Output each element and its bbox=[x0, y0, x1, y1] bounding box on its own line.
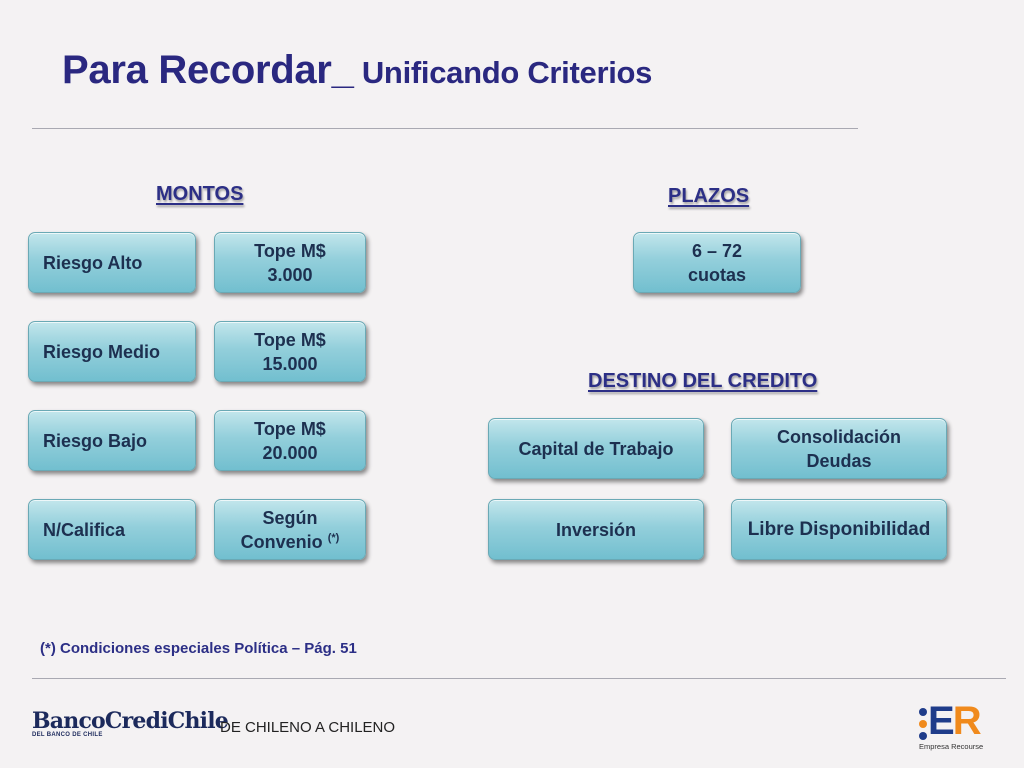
destination-label: Capital de Trabajo bbox=[518, 438, 674, 459]
limit-line2: Convenio bbox=[240, 531, 323, 552]
term-line1: 6 – 72 bbox=[691, 240, 743, 261]
footnote-marker: (*) bbox=[327, 531, 340, 544]
dot bbox=[919, 708, 927, 716]
destino-heading: DESTINO DEL CREDITO bbox=[588, 370, 818, 392]
limit-line1: Tope M$ bbox=[254, 329, 326, 350]
title-sub: Unificando Criterios bbox=[353, 55, 653, 90]
term-box: 6 – 72 cuotas bbox=[633, 232, 801, 293]
title-main: Para Recordar_ bbox=[62, 48, 354, 92]
bottom-divider bbox=[32, 678, 1006, 679]
limit-low-box: Tope M$ 20.000 bbox=[214, 410, 366, 471]
dot bbox=[919, 720, 927, 728]
risk-label: Riesgo Medio bbox=[43, 341, 161, 362]
er-letters: ER bbox=[928, 699, 982, 743]
dot bbox=[919, 732, 927, 740]
destination-label: Libre Disponibilidad bbox=[747, 518, 931, 540]
bank-name: BancoCrediChile bbox=[32, 708, 229, 734]
limit-line2: 20.000 bbox=[262, 442, 318, 463]
er-caption: Empresa Recourse bbox=[919, 742, 984, 751]
footnote: (*) Condiciones especiales Política – Pá… bbox=[40, 640, 357, 657]
destination-working-capital-box: Capital de Trabajo bbox=[488, 418, 704, 479]
limit-line1: Tope M$ bbox=[254, 240, 326, 261]
er-logo: ER Empresa Recourse bbox=[917, 699, 992, 752]
limit-line1: Según bbox=[262, 507, 318, 528]
no-rating-box: N/Califica bbox=[28, 499, 196, 560]
agreement-box: Según Convenio (*) bbox=[214, 499, 366, 560]
limit-line2: 15.000 bbox=[262, 353, 318, 374]
limit-line2-wrap: Convenio (*) bbox=[241, 530, 340, 554]
slogan: DE CHILENO A CHILENO bbox=[220, 719, 396, 736]
er-letter-e: E bbox=[928, 699, 955, 743]
risk-high-box: Riesgo Alto bbox=[28, 232, 196, 293]
risk-low-box: Riesgo Bajo bbox=[28, 410, 196, 471]
limit-line1: Tope M$ bbox=[254, 418, 326, 439]
page-title: Para Recordar_ Unificando Criterios bbox=[62, 48, 652, 93]
er-letter-r: R bbox=[952, 699, 982, 743]
destination-free-use-box: Libre Disponibilidad bbox=[731, 499, 947, 560]
risk-medium-box: Riesgo Medio bbox=[28, 321, 196, 382]
limit-high-box: Tope M$ 3.000 bbox=[214, 232, 366, 293]
bank-logo: BancoCrediChile DEL BANCO DE CHILE bbox=[32, 708, 229, 738]
destination-investment-box: Inversión bbox=[488, 499, 704, 560]
top-divider bbox=[32, 128, 858, 129]
risk-label: N/Califica bbox=[43, 519, 126, 540]
destination-debt-consolidation-box: Consolidación Deudas bbox=[731, 418, 947, 479]
destination-label: Inversión bbox=[555, 519, 637, 540]
plazos-heading: PLAZOS bbox=[668, 185, 750, 207]
risk-label: Riesgo Bajo bbox=[43, 430, 148, 451]
limit-medium-box: Tope M$ 15.000 bbox=[214, 321, 366, 382]
limit-line2: 3.000 bbox=[267, 264, 313, 285]
term-line2: cuotas bbox=[687, 264, 747, 285]
montos-heading: MONTOS bbox=[156, 183, 244, 205]
risk-label: Riesgo Alto bbox=[43, 252, 143, 273]
destination-label: Consolidación Deudas bbox=[776, 426, 901, 471]
